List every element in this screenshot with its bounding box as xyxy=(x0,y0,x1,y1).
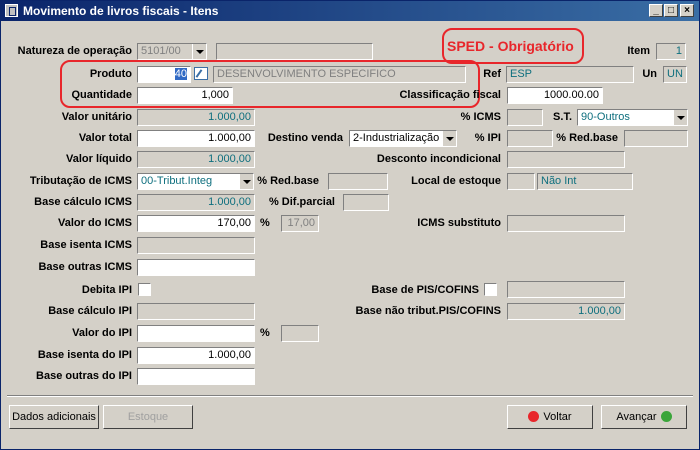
base-outras-icms-label: Base outras ICMS xyxy=(38,261,132,273)
icms-sub-field xyxy=(507,215,625,232)
natureza-select[interactable]: 5101/00 xyxy=(137,43,207,60)
local-estoque-label: Local de estoque xyxy=(411,175,501,187)
local-estoque-field: Não Int xyxy=(537,173,633,190)
avancar-button[interactable]: Avançar xyxy=(601,405,687,429)
base-calc-ipi-label: Base cálculo IPI xyxy=(48,305,132,317)
desconto-label: Desconto incondicional xyxy=(376,153,501,165)
base-isenta-icms-field xyxy=(137,237,255,254)
valor-icms-label: Valor do ICMS xyxy=(58,217,132,229)
dif-parcial-field xyxy=(343,194,389,211)
ref-label: Ref xyxy=(483,68,501,80)
valor-ipi-label: Valor do IPI xyxy=(72,327,132,339)
base-isenta-ipi-label: Base isenta do IPI xyxy=(37,349,132,361)
back-arrow-icon xyxy=(528,411,540,422)
valor-total-label: Valor total xyxy=(78,132,132,144)
close-button[interactable]: × xyxy=(680,4,694,17)
produto-desc-field: DESENVOLVIMENTO ESPECIFICO xyxy=(213,66,466,83)
valor-liquido-field: 1.000,00 xyxy=(137,151,255,168)
voltar-button[interactable]: Voltar xyxy=(507,405,593,429)
base-calc-icms-field: 1.000,00 xyxy=(137,194,255,211)
ipi-pct-field xyxy=(507,130,553,147)
valor-unitario-field: 1.000,00 xyxy=(137,109,255,126)
forward-arrow-icon xyxy=(660,411,672,422)
edit-icon[interactable] xyxy=(194,67,208,80)
minimize-button[interactable]: _ xyxy=(649,4,663,17)
dif-parcial-label: % Dif.parcial xyxy=(268,196,335,208)
classificacao-input[interactable]: 1000.00.00 xyxy=(507,87,603,104)
pct2-field xyxy=(281,325,319,342)
base-outras-ipi-label: Base outras do IPI xyxy=(36,370,132,382)
desconto-field xyxy=(507,151,625,168)
destino-label: Destino venda xyxy=(267,132,343,144)
base-outras-ipi-input[interactable] xyxy=(137,368,255,385)
base-calc-icms-label: Base cálculo ICMS xyxy=(34,196,132,208)
redbase2-label: % Red.base xyxy=(257,175,319,187)
redbase-field xyxy=(624,130,688,147)
chevron-down-icon[interactable] xyxy=(239,174,253,189)
dados-adicionais-button[interactable]: Dados adicionais xyxy=(9,405,99,429)
redbase2-field xyxy=(328,173,388,190)
un-field: UN xyxy=(663,66,687,83)
icms-pct-field xyxy=(507,109,543,126)
base-isenta-icms-label: Base isenta ICMS xyxy=(40,239,132,251)
quantidade-input[interactable]: 1,000 xyxy=(137,87,233,104)
debita-ipi-label: Debita IPI xyxy=(81,284,132,296)
ipi-pct-label: % IPI xyxy=(474,132,501,144)
base-calc-ipi-field xyxy=(137,303,255,320)
pct-field: 17,00 xyxy=(281,215,319,232)
redbase-label: % Red.base xyxy=(556,132,618,144)
natureza-desc-field xyxy=(216,43,373,60)
title-bar: Movimento de livros fiscais - Itens _ □ … xyxy=(1,1,699,21)
base-pis-field xyxy=(507,281,625,298)
un-label: Un xyxy=(642,68,657,80)
valor-total-input[interactable]: 1.000,00 xyxy=(137,130,255,147)
valor-liquido-label: Valor líquido xyxy=(65,153,132,165)
base-nao-trib-label: Base não tribut.PIS/COFINS xyxy=(355,305,501,317)
debita-ipi-checkbox[interactable] xyxy=(138,283,151,296)
valor-icms-input[interactable]: 170,00 xyxy=(137,215,255,232)
local-estoque-code-field xyxy=(507,173,535,190)
window-title: Movimento de livros fiscais - Itens xyxy=(23,4,219,18)
pct2-label: % xyxy=(260,327,270,339)
sped-annotation: SPED - Obrigatório xyxy=(447,38,574,54)
tributacao-select[interactable]: 00-Tribut.Integ xyxy=(137,173,254,190)
maximize-button[interactable]: □ xyxy=(664,4,678,17)
pct-label: % xyxy=(260,217,270,229)
base-outras-icms-input[interactable] xyxy=(137,259,255,276)
icms-sub-label: ICMS substituto xyxy=(417,217,501,229)
natureza-label: Natureza de operação xyxy=(17,45,132,57)
chevron-down-icon[interactable] xyxy=(442,131,456,146)
produto-code-input[interactable]: 40 xyxy=(137,66,191,83)
valor-unitario-label: Valor unitário xyxy=(61,111,132,123)
icms-pct-label: % ICMS xyxy=(460,111,501,123)
window-icon xyxy=(5,4,18,17)
tributacao-label: Tributação de ICMS xyxy=(29,175,132,187)
quantidade-label: Quantidade xyxy=(71,89,132,101)
classificacao-label: Classificação fiscal xyxy=(399,89,501,101)
st-label: S.T. xyxy=(553,111,572,123)
chevron-down-icon[interactable] xyxy=(192,44,206,59)
item-label: Item xyxy=(627,45,650,57)
base-pis-checkbox[interactable] xyxy=(484,283,497,296)
st-select[interactable]: 90-Outros xyxy=(577,109,688,126)
destino-select[interactable]: 2-Industrialização xyxy=(349,130,457,147)
chevron-down-icon[interactable] xyxy=(673,110,687,125)
valor-ipi-input[interactable] xyxy=(137,325,255,342)
separator xyxy=(7,395,693,397)
estoque-button[interactable]: Estoque xyxy=(103,405,193,429)
base-pis-label: Base de PIS/COFINS xyxy=(371,284,479,296)
base-isenta-ipi-input[interactable]: 1.000,00 xyxy=(137,347,255,364)
produto-label: Produto xyxy=(89,68,132,80)
dialog-window: Movimento de livros fiscais - Itens _ □ … xyxy=(0,0,700,450)
item-field: 1 xyxy=(656,43,686,60)
base-nao-trib-field: 1.000,00 xyxy=(507,303,625,320)
ref-field: ESP xyxy=(506,66,634,83)
